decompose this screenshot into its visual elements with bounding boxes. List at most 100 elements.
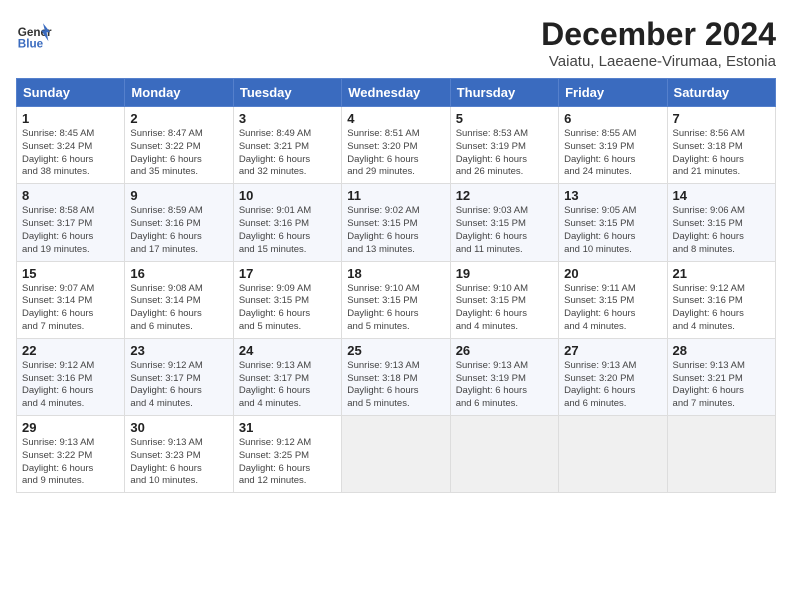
page-subtitle: Vaiatu, Laeaene-Virumaa, Estonia	[541, 53, 776, 70]
calendar-day-cell: 29 Sunrise: 9:13 AMSunset: 3:22 PMDayligh…	[17, 416, 125, 493]
calendar-day-cell: 6 Sunrise: 8:55 AMSunset: 3:19 PMDaylight…	[559, 107, 667, 184]
day-number: 5	[456, 111, 553, 126]
day-number: 25	[347, 343, 444, 358]
day-info: Sunrise: 8:58 AMSunset: 3:17 PMDaylight:…	[22, 205, 119, 256]
page-header: General Blue December 2024 Vaiatu, Laeae…	[16, 16, 776, 70]
day-number: 7	[673, 111, 770, 126]
day-info: Sunrise: 8:45 AMSunset: 3:24 PMDaylight:…	[22, 128, 119, 179]
calendar-body: 1 Sunrise: 8:45 AMSunset: 3:24 PMDaylight…	[17, 107, 776, 493]
day-number: 8	[22, 188, 119, 203]
calendar-day-cell: 22 Sunrise: 9:12 AMSunset: 3:16 PMDayligh…	[17, 338, 125, 415]
day-info: Sunrise: 9:07 AMSunset: 3:14 PMDaylight:…	[22, 283, 119, 334]
day-info: Sunrise: 9:09 AMSunset: 3:15 PMDaylight:…	[239, 283, 336, 334]
calendar-day-cell: 4 Sunrise: 8:51 AMSunset: 3:20 PMDaylight…	[342, 107, 450, 184]
day-info: Sunrise: 9:11 AMSunset: 3:15 PMDaylight:…	[564, 283, 661, 334]
day-number: 12	[456, 188, 553, 203]
day-info: Sunrise: 8:59 AMSunset: 3:16 PMDaylight:…	[130, 205, 227, 256]
calendar-day-cell	[559, 416, 667, 493]
day-number: 27	[564, 343, 661, 358]
day-info: Sunrise: 9:12 AMSunset: 3:16 PMDaylight:…	[22, 360, 119, 411]
day-number: 20	[564, 266, 661, 281]
day-info: Sunrise: 9:13 AMSunset: 3:20 PMDaylight:…	[564, 360, 661, 411]
day-number: 19	[456, 266, 553, 281]
day-number: 26	[456, 343, 553, 358]
day-number: 17	[239, 266, 336, 281]
calendar-day-cell: 9Sunrise: 8:59 AMSunset: 3:16 PMDaylight…	[125, 184, 233, 261]
day-info: Sunrise: 9:06 AMSunset: 3:15 PMDaylight:…	[673, 205, 770, 256]
svg-text:Blue: Blue	[18, 38, 44, 51]
title-block: December 2024 Vaiatu, Laeaene-Virumaa, E…	[541, 16, 776, 70]
day-info: Sunrise: 9:10 AMSunset: 3:15 PMDaylight:…	[347, 283, 444, 334]
calendar-table: SundayMondayTuesdayWednesdayThursdayFrid…	[16, 78, 776, 493]
day-info: Sunrise: 9:13 AMSunset: 3:18 PMDaylight:…	[347, 360, 444, 411]
day-number: 1	[22, 111, 119, 126]
day-number: 30	[130, 420, 227, 435]
day-info: Sunrise: 9:13 AMSunset: 3:21 PMDaylight:…	[673, 360, 770, 411]
calendar-day-cell: 23Sunrise: 9:12 AMSunset: 3:17 PMDayligh…	[125, 338, 233, 415]
day-info: Sunrise: 8:49 AMSunset: 3:21 PMDaylight:…	[239, 128, 336, 179]
day-number: 14	[673, 188, 770, 203]
day-info: Sunrise: 8:47 AMSunset: 3:22 PMDaylight:…	[130, 128, 227, 179]
day-number: 6	[564, 111, 661, 126]
day-number: 23	[130, 343, 227, 358]
day-info: Sunrise: 9:13 AMSunset: 3:17 PMDaylight:…	[239, 360, 336, 411]
day-info: Sunrise: 9:03 AMSunset: 3:15 PMDaylight:…	[456, 205, 553, 256]
day-number: 29	[22, 420, 119, 435]
calendar-day-cell: 13Sunrise: 9:05 AMSunset: 3:15 PMDayligh…	[559, 184, 667, 261]
calendar-day-cell: 24 Sunrise: 9:13 AMSunset: 3:17 PMDayligh…	[233, 338, 341, 415]
calendar-day-cell: 17 Sunrise: 9:09 AMSunset: 3:15 PMDayligh…	[233, 261, 341, 338]
calendar-week-row: 1 Sunrise: 8:45 AMSunset: 3:24 PMDaylight…	[17, 107, 776, 184]
calendar-day-cell: 20 Sunrise: 9:11 AMSunset: 3:15 PMDayligh…	[559, 261, 667, 338]
day-info: Sunrise: 8:51 AMSunset: 3:20 PMDaylight:…	[347, 128, 444, 179]
day-info: Sunrise: 9:10 AMSunset: 3:15 PMDaylight:…	[456, 283, 553, 334]
logo-icon: General Blue	[16, 16, 52, 52]
calendar-col-header: Monday	[125, 79, 233, 107]
calendar-day-cell: 30 Sunrise: 9:13 AMSunset: 3:23 PMDayligh…	[125, 416, 233, 493]
day-number: 24	[239, 343, 336, 358]
day-info: Sunrise: 9:12 AMSunset: 3:16 PMDaylight:…	[673, 283, 770, 334]
calendar-week-row: 22 Sunrise: 9:12 AMSunset: 3:16 PMDayligh…	[17, 338, 776, 415]
day-number: 15	[22, 266, 119, 281]
calendar-week-row: 15 Sunrise: 9:07 AMSunset: 3:14 PMDayligh…	[17, 261, 776, 338]
calendar-day-cell: 2 Sunrise: 8:47 AMSunset: 3:22 PMDaylight…	[125, 107, 233, 184]
calendar-day-cell	[667, 416, 775, 493]
calendar-day-cell: 3Sunrise: 8:49 AMSunset: 3:21 PMDaylight…	[233, 107, 341, 184]
day-info: Sunrise: 9:13 AMSunset: 3:22 PMDaylight:…	[22, 437, 119, 488]
calendar-day-cell	[450, 416, 558, 493]
day-info: Sunrise: 8:56 AMSunset: 3:18 PMDaylight:…	[673, 128, 770, 179]
day-number: 11	[347, 188, 444, 203]
day-number: 10	[239, 188, 336, 203]
day-info: Sunrise: 9:13 AMSunset: 3:19 PMDaylight:…	[456, 360, 553, 411]
calendar-week-row: 8 Sunrise: 8:58 AMSunset: 3:17 PMDaylight…	[17, 184, 776, 261]
calendar-day-cell: 11 Sunrise: 9:02 AMSunset: 3:15 PMDayligh…	[342, 184, 450, 261]
day-info: Sunrise: 9:05 AMSunset: 3:15 PMDaylight:…	[564, 205, 661, 256]
calendar-day-cell: 5Sunrise: 8:53 AMSunset: 3:19 PMDaylight…	[450, 107, 558, 184]
calendar-day-cell: 26 Sunrise: 9:13 AMSunset: 3:19 PMDayligh…	[450, 338, 558, 415]
calendar-day-cell: 12 Sunrise: 9:03 AMSunset: 3:15 PMDayligh…	[450, 184, 558, 261]
calendar-day-cell: 14 Sunrise: 9:06 AMSunset: 3:15 PMDayligh…	[667, 184, 775, 261]
calendar-day-cell: 21 Sunrise: 9:12 AMSunset: 3:16 PMDayligh…	[667, 261, 775, 338]
calendar-day-cell: 18Sunrise: 9:10 AMSunset: 3:15 PMDayligh…	[342, 261, 450, 338]
calendar-col-header: Wednesday	[342, 79, 450, 107]
day-number: 16	[130, 266, 227, 281]
calendar-col-header: Tuesday	[233, 79, 341, 107]
day-info: Sunrise: 9:13 AMSunset: 3:23 PMDaylight:…	[130, 437, 227, 488]
day-info: Sunrise: 8:55 AMSunset: 3:19 PMDaylight:…	[564, 128, 661, 179]
calendar-day-cell: 1 Sunrise: 8:45 AMSunset: 3:24 PMDaylight…	[17, 107, 125, 184]
calendar-day-cell: 7 Sunrise: 8:56 AMSunset: 3:18 PMDaylight…	[667, 107, 775, 184]
calendar-col-header: Saturday	[667, 79, 775, 107]
day-number: 2	[130, 111, 227, 126]
calendar-day-cell: 8 Sunrise: 8:58 AMSunset: 3:17 PMDaylight…	[17, 184, 125, 261]
day-number: 22	[22, 343, 119, 358]
calendar-day-cell: 31Sunrise: 9:12 AMSunset: 3:25 PMDayligh…	[233, 416, 341, 493]
calendar-week-row: 29 Sunrise: 9:13 AMSunset: 3:22 PMDayligh…	[17, 416, 776, 493]
logo: General Blue	[16, 16, 52, 52]
day-info: Sunrise: 9:12 AMSunset: 3:25 PMDaylight:…	[239, 437, 336, 488]
day-number: 28	[673, 343, 770, 358]
day-number: 4	[347, 111, 444, 126]
day-number: 21	[673, 266, 770, 281]
day-info: Sunrise: 9:08 AMSunset: 3:14 PMDaylight:…	[130, 283, 227, 334]
calendar-day-cell: 10Sunrise: 9:01 AMSunset: 3:16 PMDayligh…	[233, 184, 341, 261]
calendar-day-cell: 27 Sunrise: 9:13 AMSunset: 3:20 PMDayligh…	[559, 338, 667, 415]
day-info: Sunrise: 9:02 AMSunset: 3:15 PMDaylight:…	[347, 205, 444, 256]
